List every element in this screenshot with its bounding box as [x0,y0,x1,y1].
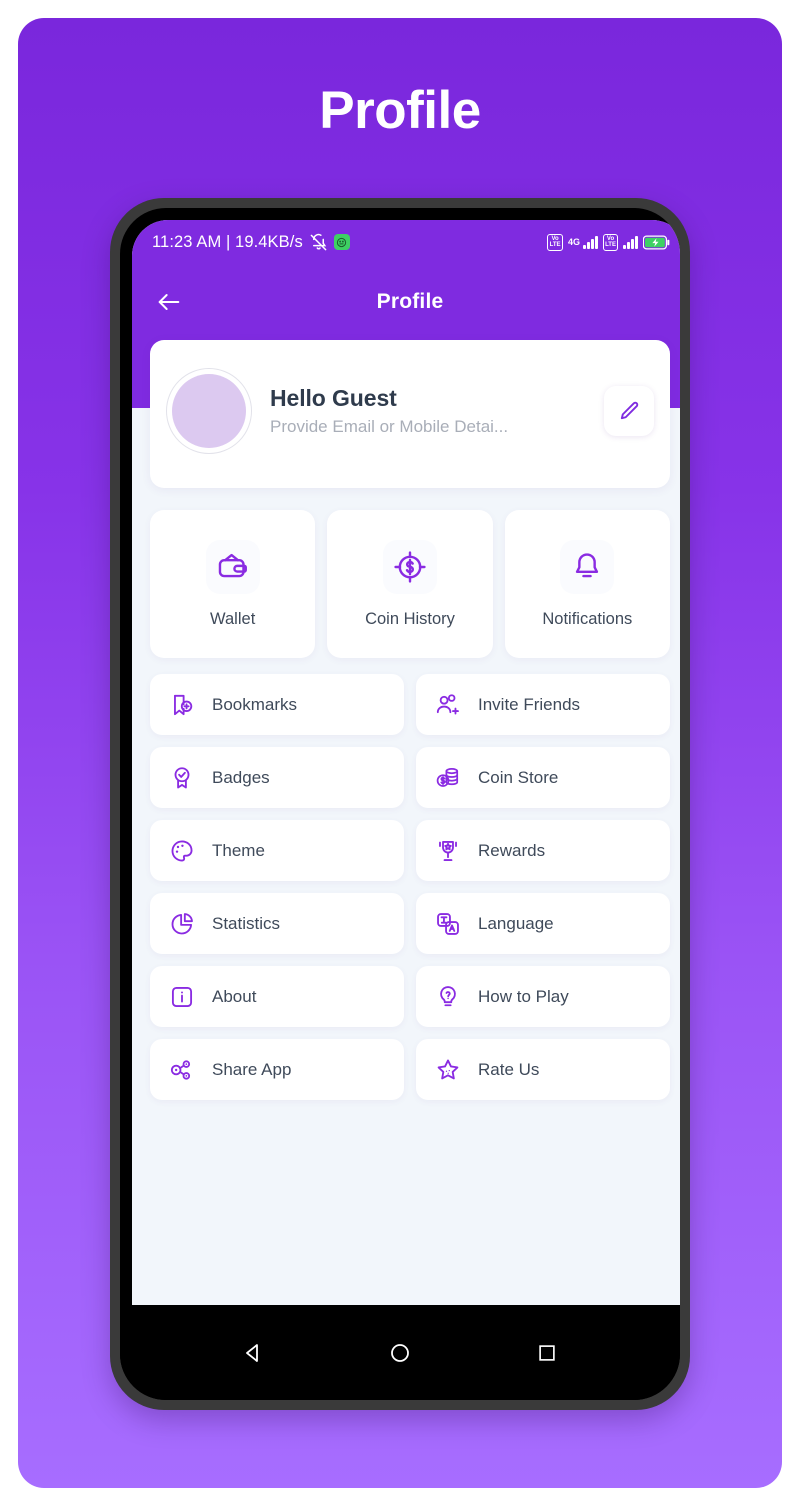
profile-content: Hello Guest Provide Email or Mobile Deta… [132,340,680,1325]
menu-item-label: Rate Us [478,1059,540,1079]
sim1-volte-icon: Vo LTE [547,233,563,251]
menu-item-how-to-play[interactable]: How to Play [416,966,670,1027]
phone-mockup: 11:23 AM | 19.4KB/s Vo LTE 4G Vo LTE Pro… [110,198,690,1410]
translate-icon [434,910,462,938]
status-clock-and-speed: 11:23 AM | 19.4KB/s [152,232,303,251]
quick-action-label: Notifications [542,609,633,628]
menu-item-label: Bookmarks [212,694,298,714]
menu-item-label: Share App [212,1059,292,1079]
bell-muted-icon [309,233,328,252]
quick-action-label: Coin History [365,609,455,628]
menu-item-label: How to Play [478,986,569,1006]
promo-title: Profile [319,81,481,140]
menu-item-label: Badges [212,767,270,787]
menu-item-badges[interactable]: Badges [150,747,404,808]
menu-item-about[interactable]: About [150,966,404,1027]
coin-target-icon [382,539,437,594]
sim1-signal-icon [583,235,598,249]
sim2-volte-icon: Vo LTE [602,233,619,251]
network-type-label: 4G [568,237,581,247]
promo-frame: Profile 11:23 AM | 19.4KB/s Vo LTE 4G Vo… [18,18,782,1488]
phone-screen: 11:23 AM | 19.4KB/s Vo LTE 4G Vo LTE Pro… [132,220,680,1325]
arrow-left-icon [155,288,183,316]
star-icon [434,1056,462,1084]
profile-card[interactable]: Hello Guest Provide Email or Mobile Deta… [150,340,670,488]
coin-stack-icon [434,764,462,792]
menu-item-label: Theme [212,840,265,860]
profile-subtitle: Provide Email or Mobile Detai... [270,417,509,436]
menu-item-label: About [212,986,257,1006]
menu-item-bookmarks[interactable]: Bookmarks [150,674,404,735]
bell-icon [560,539,615,594]
status-bar: 11:23 AM | 19.4KB/s Vo LTE 4G Vo LTE [132,220,680,264]
phone-bezel: 11:23 AM | 19.4KB/s Vo LTE 4G Vo LTE Pro… [120,208,680,1400]
menu-item-invite-friends[interactable]: Invite Friends [416,674,670,735]
green-app-badge-icon [333,234,350,250]
status-bar-left: 11:23 AM | 19.4KB/s [152,233,350,252]
avatar[interactable] [166,368,252,454]
pencil-icon [618,400,641,423]
palette-icon [168,837,196,865]
menu-item-share-app[interactable]: Share App [150,1039,404,1100]
edit-profile-button[interactable] [604,386,654,436]
menu-item-coin-store[interactable]: Coin Store [416,747,670,808]
avatar-placeholder-fill [172,374,246,448]
nav-recents-button[interactable] [522,1328,572,1378]
menu-item-label: Rewards [478,840,546,860]
menu-item-label: Language [478,913,554,933]
android-nav-bar [120,1305,680,1400]
profile-text-block: Hello Guest Provide Email or Mobile Deta… [270,385,604,437]
sim2-signal-icon [623,235,638,249]
app-bar-title: Profile [376,290,444,313]
menu-item-rate-us[interactable]: Rate Us [416,1039,670,1100]
lightbulb-question-icon [434,983,462,1011]
quick-action-notifications[interactable]: Notifications [504,510,670,658]
quick-action-wallet[interactable]: Wallet [150,510,316,658]
bookmark-add-icon [168,691,196,719]
award-check-icon [168,764,196,792]
menu-item-language[interactable]: Language [416,893,670,954]
quick-actions-row: Wallet Coin History Notifications [150,510,670,658]
menu-item-label: Invite Friends [478,694,581,714]
menu-item-label: Coin Store [478,767,559,787]
trophy-star-icon [434,837,462,865]
menu-item-statistics[interactable]: Statistics [150,893,404,954]
info-box-icon [168,983,196,1011]
pie-chart-icon [168,910,196,938]
user-add-icon [434,691,462,719]
quick-action-label: Wallet [210,609,256,628]
menu-grid: Bookmarks Invite Friends Badges Coin Sto… [150,674,670,1100]
profile-name: Hello Guest [270,385,397,411]
menu-item-label: Statistics [212,913,281,933]
wallet-icon [205,539,260,594]
menu-item-theme[interactable]: Theme [150,820,404,881]
menu-item-rewards[interactable]: Rewards [416,820,670,881]
status-bar-right: Vo LTE 4G Vo LTE [547,233,670,251]
app-bar: Profile [132,264,680,340]
battery-charging-icon [643,235,670,250]
quick-action-coin-history[interactable]: Coin History [327,510,493,658]
share-nodes-icon [168,1056,196,1084]
nav-home-button[interactable] [375,1328,425,1378]
nav-back-button[interactable] [228,1328,278,1378]
back-button[interactable] [146,279,192,325]
